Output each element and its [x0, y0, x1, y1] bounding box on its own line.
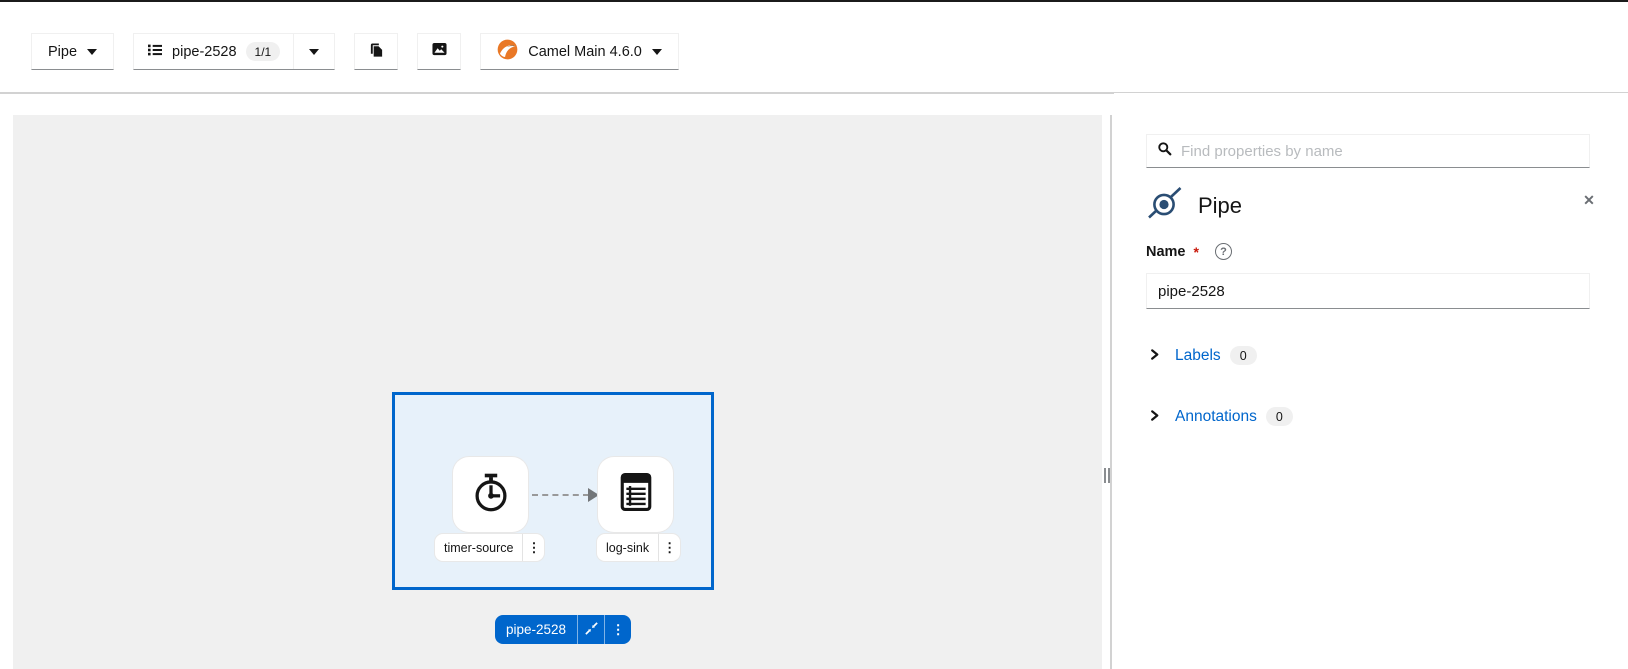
properties-panel: Pipe ✕ Name * ? Labels 0 Annotations: [1114, 93, 1628, 669]
node-label-timer-source[interactable]: timer-source ⋮: [435, 534, 544, 561]
copy-icon: [369, 42, 384, 62]
pipe-group-badge-label: pipe-2528: [495, 615, 577, 644]
grip-icon: [1104, 468, 1110, 483]
name-field-label: Name: [1146, 244, 1186, 260]
help-icon[interactable]: ?: [1215, 243, 1232, 260]
search-icon: [1157, 141, 1172, 161]
flows-menu-main[interactable]: pipe-2528 1/1: [134, 34, 293, 69]
flows-count-badge: 1/1: [246, 42, 281, 61]
toolbar: Pipe pipe-2528 1/1: [31, 33, 679, 70]
edge-timer-to-log: [532, 488, 602, 502]
dsl-select[interactable]: Pipe: [31, 33, 114, 70]
section-annotations[interactable]: Annotations 0: [1149, 407, 1293, 426]
section-annotations-count-badge: 0: [1266, 407, 1293, 426]
pipe-icon: [1145, 183, 1185, 228]
flows-menu-caret-button[interactable]: [293, 34, 334, 69]
chevron-down-icon: [652, 49, 662, 55]
section-labels-count-badge: 0: [1230, 346, 1257, 365]
node-log-sink[interactable]: [598, 457, 673, 532]
close-panel-button[interactable]: ✕: [1580, 191, 1598, 209]
kebab-menu-button[interactable]: ⋮: [658, 534, 680, 561]
kebab-menu-button[interactable]: ⋮: [522, 534, 544, 561]
kaoto-editor: Pipe pipe-2528 1/1: [0, 0, 1628, 669]
panel-title-row: Pipe: [1145, 183, 1242, 228]
chevron-right-icon: [1149, 347, 1160, 365]
pipe-group-badge[interactable]: pipe-2528 ⋮: [495, 615, 631, 644]
required-asterisk: *: [1194, 244, 1199, 260]
kebab-menu-button[interactable]: ⋮: [604, 615, 631, 644]
node-label-text: log-sink: [597, 534, 658, 561]
section-annotations-link[interactable]: Annotations: [1175, 408, 1257, 426]
chevron-down-icon: [309, 49, 319, 55]
runtime-select-label: Camel Main 4.6.0: [528, 44, 642, 60]
camel-logo-icon: [497, 39, 518, 64]
dsl-select-label: Pipe: [48, 44, 77, 60]
list-icon: [147, 42, 163, 62]
name-input[interactable]: [1146, 273, 1590, 309]
property-search: [1146, 134, 1590, 168]
section-labels[interactable]: Labels 0: [1149, 346, 1257, 365]
node-timer-source[interactable]: [453, 457, 528, 532]
log-icon: [614, 470, 658, 519]
flow-canvas[interactable]: timer-source ⋮ log-sink ⋮ pipe-2528: [13, 115, 1102, 669]
pipe-group-selected[interactable]: timer-source ⋮ log-sink ⋮: [392, 392, 714, 590]
stopwatch-icon: [468, 469, 514, 520]
chevron-down-icon: [87, 49, 97, 55]
chevron-right-icon: [1149, 408, 1160, 426]
name-field-label-row: Name * ?: [1146, 243, 1232, 260]
property-search-input[interactable]: [1181, 143, 1579, 160]
panel-resize-handle[interactable]: [1102, 115, 1112, 669]
runtime-select[interactable]: Camel Main 4.6.0: [480, 33, 679, 70]
flows-menu-label: pipe-2528: [172, 44, 237, 60]
edge-dashed-line: [532, 494, 589, 496]
panel-title: Pipe: [1198, 193, 1242, 219]
collapse-group-button[interactable]: [577, 615, 604, 644]
copy-button[interactable]: [354, 33, 398, 70]
image-icon: [431, 42, 448, 61]
node-label-text: timer-source: [435, 534, 522, 561]
export-image-button[interactable]: [417, 33, 461, 70]
section-labels-link[interactable]: Labels: [1175, 347, 1221, 365]
flows-menu[interactable]: pipe-2528 1/1: [133, 33, 335, 70]
collapse-icon: [584, 621, 599, 639]
window-top-edge: [0, 0, 1628, 2]
node-label-log-sink[interactable]: log-sink ⋮: [597, 534, 680, 561]
